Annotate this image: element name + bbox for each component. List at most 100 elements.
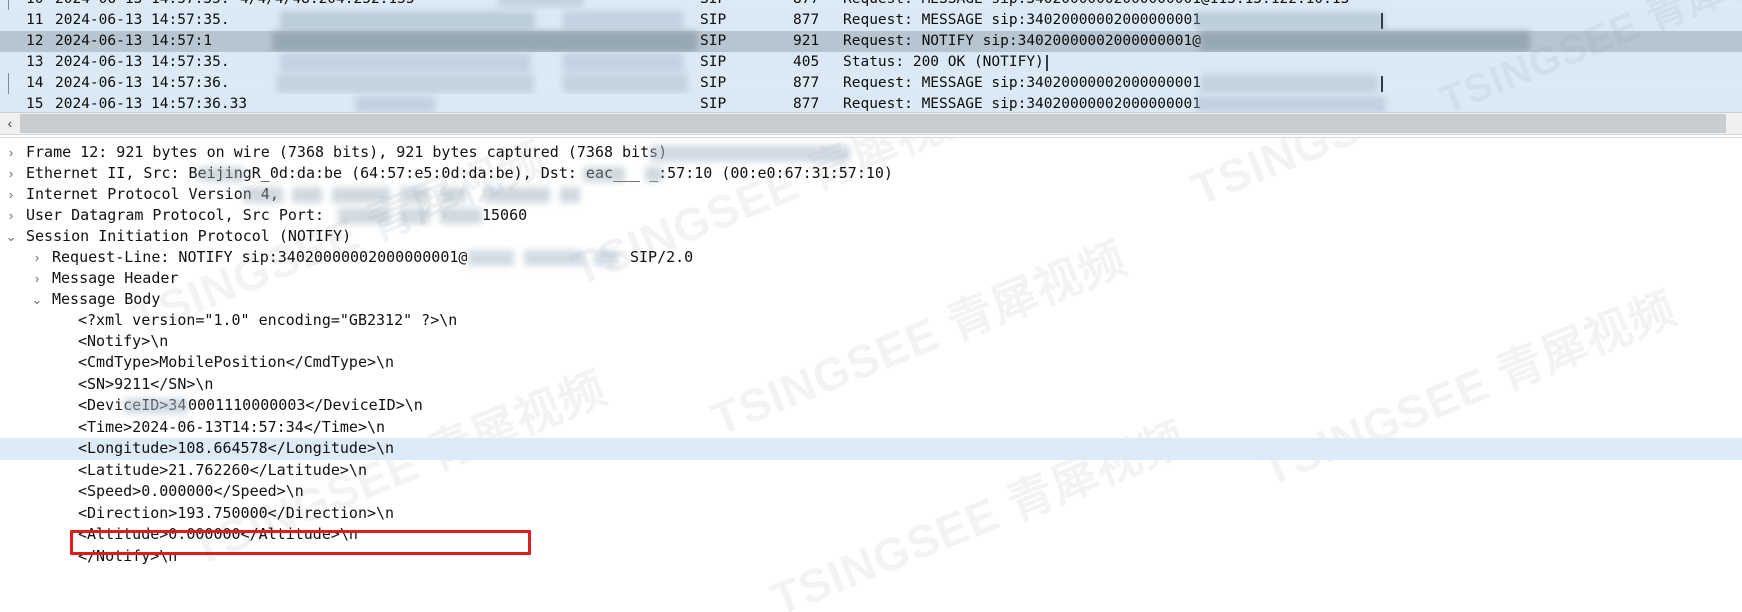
redaction-mask <box>524 250 584 266</box>
redaction-mask <box>1194 12 1384 29</box>
tree-row-altitude[interactable]: <Altitude>0.000000</Altitude>\n <box>0 524 1742 546</box>
packet-time: 2024-06-13 14:57:35. <box>55 0 230 10</box>
scrollbar-thumb[interactable] <box>20 114 1726 133</box>
redaction-mask <box>292 187 322 203</box>
packet-protocol: SIP <box>700 0 726 10</box>
tree-row-speed[interactable]: <Speed>0.000000</Speed>\n <box>0 481 1742 503</box>
packet-time-tail: 4/4/4/48.204.252.155 <box>240 0 415 10</box>
packet-info: Request: MESSAGE sip:3402000000200000000… <box>843 96 1201 112</box>
redaction-mask <box>355 96 435 112</box>
chevron-down-icon[interactable]: ⌄ <box>4 226 18 248</box>
tree-row-notify-close[interactable]: </Notify>\n <box>0 546 1742 568</box>
table-row-selected[interactable]: 12 2024-06-13 14:57:1 SIP 921 Request: N… <box>0 31 1742 52</box>
sip-version: SIP/2.0 <box>630 248 694 266</box>
wireshark-window: 10 2024-06-13 14:57:35. 4/4/4/48.204.252… <box>0 0 1742 612</box>
tree-row-label: <Notify>\n <box>78 332 169 350</box>
table-row[interactable]: 11 2024-06-13 14:57:35. SIP 877 Request:… <box>0 10 1742 31</box>
tree-row-request-line[interactable]: › Request-Line: NOTIFY sip:3402000000200… <box>0 247 1742 269</box>
chevron-right-icon[interactable]: › <box>30 247 44 269</box>
redaction-mask <box>583 167 625 182</box>
tree-row-label: User Datagram Protocol, Src Port: <box>26 206 325 224</box>
tree-row-label: </Notify>\n <box>78 547 178 565</box>
packet-info: Request: NOTIFY sip:34020000002000000001… <box>843 33 1201 49</box>
packet-detail-pane[interactable]: TSINGSEE 青犀视频 TSINGSEE 青犀视频 TSINGSEE 青犀视… <box>0 138 1742 612</box>
chevron-down-icon[interactable]: ⌄ <box>30 289 44 311</box>
redaction-mask <box>400 187 428 203</box>
redaction-mask <box>400 208 430 224</box>
chevron-right-icon[interactable]: › <box>4 184 18 206</box>
tree-row-label: Ethernet II, Src: BeijingR_0d:da:be (64:… <box>26 164 893 182</box>
tree-row-message-header[interactable]: › Message Header <box>0 268 1742 290</box>
redaction-mask <box>1196 96 1386 112</box>
redaction-mask <box>243 187 283 203</box>
text-cursor <box>1046 55 1048 71</box>
table-row[interactable]: 14 2024-06-13 14:57:36. SIP 877 Request:… <box>0 73 1742 94</box>
redaction-mask <box>440 208 482 224</box>
tree-row-sn[interactable]: <SN>9211</SN>\n <box>0 374 1742 396</box>
tree-row-ipv4[interactable]: › Internet Protocol Version 4, <box>0 184 1742 206</box>
packet-time: 2024-06-13 14:57:35. <box>55 54 230 70</box>
packet-protocol: SIP <box>700 54 727 70</box>
udp-dst-port: 15060 <box>482 206 528 224</box>
tree-row-label: <CmdType>MobilePosition</CmdType>\n <box>78 353 395 371</box>
packet-list-pane[interactable]: 10 2024-06-13 14:57:35. 4/4/4/48.204.252… <box>0 0 1742 112</box>
tree-row-time[interactable]: <Time>2024-06-13T14:57:34</Time>\n <box>0 417 1742 439</box>
packet-no: 14 <box>26 75 44 91</box>
packet-no: 13 <box>26 54 44 70</box>
chevron-right-icon[interactable]: › <box>4 205 18 227</box>
redaction-mask <box>272 31 697 52</box>
packet-no: 12 <box>26 33 44 49</box>
redaction-mask <box>1200 74 1378 93</box>
table-row[interactable]: 15 2024-06-13 14:57:36.33 SIP 877 Reques… <box>0 94 1742 112</box>
tree-row-notify-open[interactable]: <Notify>\n <box>0 331 1742 353</box>
tree-row-xml-declaration[interactable]: <?xml version="1.0" encoding="GB2312" ?>… <box>0 310 1742 332</box>
redaction-mask <box>124 398 188 414</box>
redaction-mask <box>498 0 584 7</box>
tree-row-label: Internet Protocol Version 4, <box>26 185 279 203</box>
packet-time: 2024-06-13 14:57:36.33 <box>55 96 248 112</box>
tree-row-longitude[interactable]: <Longitude>108.664578</Longitude>\n <box>0 438 1742 460</box>
scroll-left-arrow-icon[interactable]: ‹ <box>0 113 20 134</box>
tree-row-direction[interactable]: <Direction>193.750000</Direction>\n <box>0 503 1742 525</box>
packet-info: Request: MESSAGE sip:3402000000200000000… <box>843 12 1201 28</box>
redaction-mask <box>484 187 550 203</box>
chevron-right-icon[interactable]: › <box>4 163 18 185</box>
redaction-mask <box>332 187 390 203</box>
tree-row-udp[interactable]: › User Datagram Protocol, Src Port: 1506… <box>0 205 1742 227</box>
table-row[interactable]: 10 2024-06-13 14:57:35. 4/4/4/48.204.252… <box>0 0 1742 10</box>
tree-row-label: Message Body <box>52 290 161 308</box>
tree-row-label: <Speed>0.000000</Speed>\n <box>78 482 304 500</box>
packet-info: Request: MESSAGE sip:3402000000200000000… <box>843 0 1349 10</box>
packet-length: 921 <box>793 33 820 49</box>
tree-row-label: Session Initiation Protocol (NOTIFY) <box>26 227 352 245</box>
text-cursor <box>1381 76 1383 92</box>
tree-row-message-body[interactable]: ⌄ Message Body <box>0 289 1742 311</box>
packet-protocol: SIP <box>700 33 727 49</box>
tree-row-label: <?xml version="1.0" encoding="GB2312" ?>… <box>78 311 458 329</box>
tree-row-label: <Latitude>21.762260</Latitude>\n <box>78 461 367 479</box>
packet-no: 10 <box>26 0 43 10</box>
horizontal-scrollbar[interactable]: ‹ <box>0 112 1742 134</box>
tree-row-cmdtype[interactable]: <CmdType>MobilePosition</CmdType>\n <box>0 352 1742 374</box>
packet-length: 877 <box>793 75 820 91</box>
packet-length: 877 <box>793 96 820 112</box>
packet-time: 2024-06-13 14:57:35. <box>55 12 230 28</box>
packet-length: 405 <box>793 54 820 70</box>
packet-length: 877 <box>793 0 819 10</box>
redaction-mask <box>563 74 688 93</box>
packet-length: 877 <box>793 12 820 28</box>
tree-row-frame[interactable]: › Frame 12: 921 bytes on wire (7368 bits… <box>0 142 1742 164</box>
packet-protocol: SIP <box>700 96 727 112</box>
tree-row-ethernet[interactable]: › Ethernet II, Src: BeijingR_0d:da:be (6… <box>0 163 1742 185</box>
redaction-mask <box>440 187 466 203</box>
tree-row-deviceid[interactable]: <DeviceID>34 0001110000003</DeviceID>\n <box>0 395 1742 417</box>
redaction-mask <box>560 187 580 203</box>
redaction-mask <box>645 167 663 182</box>
tree-row-sip[interactable]: ⌄ Session Initiation Protocol (NOTIFY) <box>0 226 1742 248</box>
chevron-right-icon[interactable]: › <box>30 268 44 290</box>
tree-row-latitude[interactable]: <Latitude>21.762260</Latitude>\n <box>0 460 1742 482</box>
table-row[interactable]: 13 2024-06-13 14:57:35. SIP 405 Status: … <box>0 52 1742 73</box>
tree-row-label: <Direction>193.750000</Direction>\n <box>78 504 395 522</box>
chevron-right-icon[interactable]: › <box>4 142 18 164</box>
packet-protocol: SIP <box>700 75 727 91</box>
